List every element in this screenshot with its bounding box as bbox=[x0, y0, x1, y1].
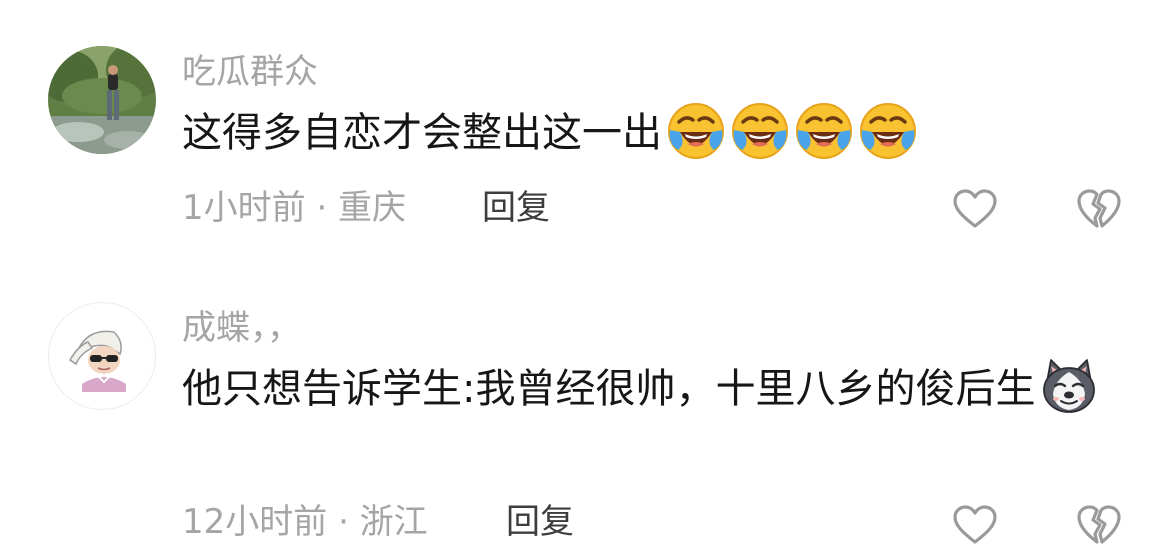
reply-button[interactable]: 回复 bbox=[506, 500, 574, 544]
comment-item: 吃瓜群众 这得多自恋才会整出这一出 1小时前 · 重庆 回复 bbox=[0, 0, 1170, 260]
avatar[interactable] bbox=[48, 46, 156, 154]
comment-text-body: 这得多自恋才会整出这一出 bbox=[182, 110, 662, 156]
reply-button[interactable]: 回复 bbox=[482, 186, 550, 230]
username[interactable]: 吃瓜群众 bbox=[182, 52, 318, 92]
comment-text: 这得多自恋才会整出这一出 bbox=[182, 100, 1122, 165]
username[interactable]: 成蝶，， bbox=[182, 308, 301, 348]
heart-outline-icon[interactable] bbox=[952, 504, 998, 546]
heart-outline-icon[interactable] bbox=[952, 188, 998, 230]
comment-item: 成蝶，， 他只想告诉学生:我曾经很帅，十里八乡的俊后生 12小时前 · 浙江 回… bbox=[0, 260, 1170, 556]
broken-heart-icon[interactable] bbox=[1076, 188, 1122, 230]
comment-text-body: 他只想告诉学生:我曾经很帅，十里八乡的俊后生 bbox=[182, 366, 1036, 412]
avatar-cartoon bbox=[49, 303, 155, 409]
laughing-crying-emoji bbox=[730, 100, 790, 160]
comment-meta: 1小时前 · 重庆 bbox=[182, 188, 407, 228]
avatar[interactable] bbox=[48, 302, 156, 410]
laughing-crying-emoji bbox=[794, 100, 854, 160]
comment-meta: 12小时前 · 浙江 bbox=[182, 502, 428, 542]
avatar-photo bbox=[48, 46, 156, 154]
broken-heart-icon[interactable] bbox=[1076, 504, 1122, 546]
laughing-crying-emoji bbox=[666, 100, 726, 160]
husky-dog-emoji bbox=[1039, 356, 1099, 416]
comment-text: 他只想告诉学生:我曾经很帅，十里八乡的俊后生 bbox=[182, 356, 1122, 421]
laughing-crying-emoji bbox=[858, 100, 918, 160]
